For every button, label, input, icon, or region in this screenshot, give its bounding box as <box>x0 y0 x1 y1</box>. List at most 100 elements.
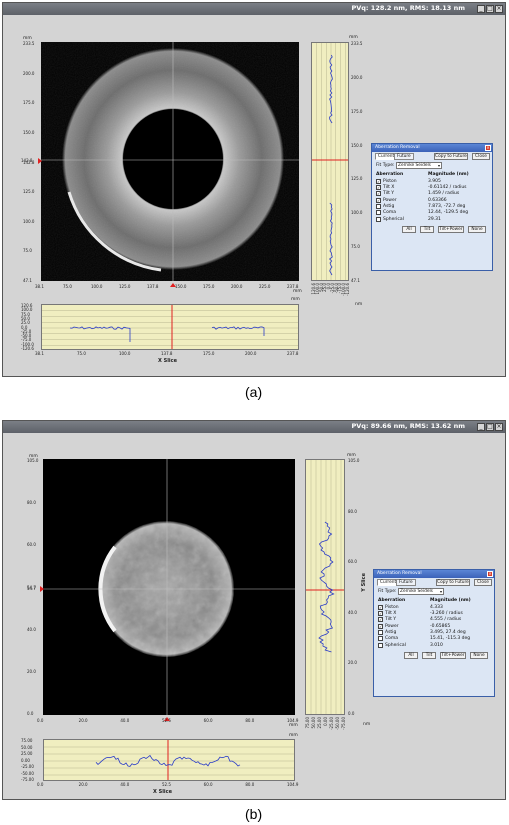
y-slice-plot[interactable] <box>305 459 345 715</box>
chevron-down-icon: ▾ <box>437 163 440 168</box>
aberration-checkbox[interactable]: ✓ <box>376 184 381 190</box>
dialog-close-icon[interactable]: × <box>485 145 491 151</box>
axis-tick-label: 0.00 <box>323 717 328 726</box>
x-slice-label: X Slice <box>153 789 172 795</box>
surface-map-image[interactable] <box>41 42 299 281</box>
aberration-checkbox[interactable] <box>378 642 383 648</box>
close-button[interactable]: × <box>495 5 503 13</box>
y-slice-unit-top: mm <box>347 453 356 458</box>
preset-button-row: All Tilt Tilt+Power None <box>374 649 494 661</box>
axis-tick-label: 200.0 <box>23 70 35 76</box>
close-button[interactable]: × <box>495 423 503 431</box>
aberration-checkbox[interactable] <box>376 210 381 216</box>
aberration-name: Tilt Y <box>385 617 397 623</box>
dialog-close-icon[interactable]: × <box>487 571 493 577</box>
surface-map-svg <box>41 42 299 281</box>
axis-tick-label: 60.0 <box>348 559 357 565</box>
aberration-checkbox[interactable]: ✓ <box>376 191 381 197</box>
tilt-power-button[interactable]: Tilt+Power <box>438 225 464 233</box>
axis-tick-label: 0.0 <box>37 718 44 723</box>
aberration-name: Power <box>383 197 397 203</box>
y-cursor-marker[interactable] <box>38 158 42 164</box>
x-slice-svg <box>42 305 298 349</box>
caption-a: (a) <box>245 384 263 400</box>
y-cursor-marker[interactable] <box>40 586 44 592</box>
axis-tick-label: 200.0 <box>231 284 243 289</box>
col-aberration: Aberration <box>378 598 406 603</box>
fit-type-select[interactable]: Zernike Seidels ▾ <box>396 162 442 169</box>
aberration-removal-dialog: Aberration Removal × Current Future Copy to … <box>373 569 495 697</box>
main-x-unit: mm <box>289 723 298 728</box>
axis-tick-label: 75.0 <box>77 351 86 356</box>
y-slice-unit-top: mm <box>349 35 358 40</box>
col-aberration: Aberration <box>376 172 404 177</box>
main-y-unit: mm <box>29 454 38 459</box>
axis-tick-label: 100.0 <box>119 351 131 356</box>
axis-tick-label: 237.8 <box>287 351 299 356</box>
aberration-checkbox[interactable]: ✓ <box>378 604 383 610</box>
main-y-unit: mm <box>23 36 32 41</box>
aberration-checkbox[interactable] <box>376 204 381 210</box>
tilt-power-button[interactable]: Tilt+Power <box>440 651 466 659</box>
all-button[interactable]: All <box>404 651 418 659</box>
tilt-button[interactable]: Tilt <box>422 651 436 659</box>
axis-tick-label: 20.0 <box>348 660 357 666</box>
tab-future[interactable]: Future <box>396 579 416 586</box>
x-slice-plot[interactable] <box>41 304 299 350</box>
copy-to-future-button[interactable]: Copy to Future <box>434 153 468 160</box>
aberration-checkbox[interactable]: ✓ <box>378 623 383 629</box>
surface-map-image[interactable] <box>43 459 295 715</box>
axis-tick-label: 20.0 <box>78 718 88 723</box>
minimize-button[interactable]: _ <box>477 5 485 13</box>
aberration-checkbox[interactable] <box>378 636 383 642</box>
axis-tick-label: 142.8 <box>23 159 35 165</box>
dialog-close-button[interactable]: Close <box>474 579 492 586</box>
dialog-top-row: Current Future Copy to Future Close <box>372 152 492 161</box>
axis-tick-label: 75.00 <box>21 738 33 743</box>
none-button[interactable]: None <box>470 651 488 659</box>
minimize-button[interactable]: _ <box>477 423 485 431</box>
axis-tick-label: 47.1 <box>351 278 360 283</box>
main-x-unit: mm <box>293 289 302 294</box>
axis-tick-label: 75.00 <box>305 717 310 729</box>
aberration-checkbox[interactable]: ✓ <box>378 610 383 616</box>
x-slice-plot[interactable] <box>43 739 295 781</box>
aberration-checkbox[interactable] <box>378 630 383 636</box>
axis-tick-label: -50.00 <box>335 717 340 730</box>
copy-to-future-button[interactable]: Copy to Future <box>436 579 470 586</box>
axis-tick-label: 233.5 <box>351 41 363 46</box>
y-slice-unit-bottom: nm <box>355 302 363 307</box>
x-slice-unit: mm <box>291 297 300 302</box>
col-magnitude: Magnitude (nm) <box>428 172 469 177</box>
aberration-name: Tilt Y <box>383 191 395 197</box>
y-slice-plot[interactable] <box>311 42 349 281</box>
axis-tick-label: 38.1 <box>35 284 44 289</box>
dialog-titlebar: Aberration Removal × <box>372 144 492 152</box>
dialog-close-button[interactable]: Close <box>472 153 490 160</box>
axis-tick-label: 175.0 <box>23 100 35 106</box>
axis-tick-label: 80.0 <box>27 500 36 506</box>
axis-tick-label: 75.0 <box>23 248 32 254</box>
all-button[interactable]: All <box>402 225 416 233</box>
aberration-checkbox[interactable] <box>376 216 381 222</box>
aberration-checkbox[interactable]: ✓ <box>376 178 381 184</box>
axis-tick-label: 80.0 <box>245 782 255 787</box>
y-slice-unit-bottom: nm <box>363 722 371 727</box>
aberration-checkbox[interactable]: ✓ <box>376 197 381 203</box>
viewer-area: 142.8 38.1 75.0 100.0 125.0 137.8 150.0 175.0 2… <box>3 15 505 376</box>
aberration-checkbox[interactable]: ✓ <box>378 617 383 623</box>
maximize-button[interactable]: □ <box>486 423 494 431</box>
axis-tick-label: 0.0 <box>37 782 44 787</box>
axis-tick-label: 40.0 <box>120 782 130 787</box>
tilt-button[interactable]: Tilt <box>420 225 434 233</box>
fit-type-select[interactable]: Zernike Seidels ▾ <box>398 588 444 595</box>
tab-future[interactable]: Future <box>394 153 414 160</box>
maximize-button[interactable]: □ <box>486 5 494 13</box>
y-slice-svg <box>306 460 344 714</box>
fit-type-value: Zernike Seidels <box>398 163 431 168</box>
fit-type-row: Fit Type: Zernike Seidels ▾ <box>372 161 492 170</box>
aberration-name: Piston <box>385 604 399 610</box>
x-slice-unit: mm <box>289 733 298 738</box>
none-button[interactable]: None <box>468 225 486 233</box>
axis-tick-label: 125.0 <box>351 176 363 182</box>
